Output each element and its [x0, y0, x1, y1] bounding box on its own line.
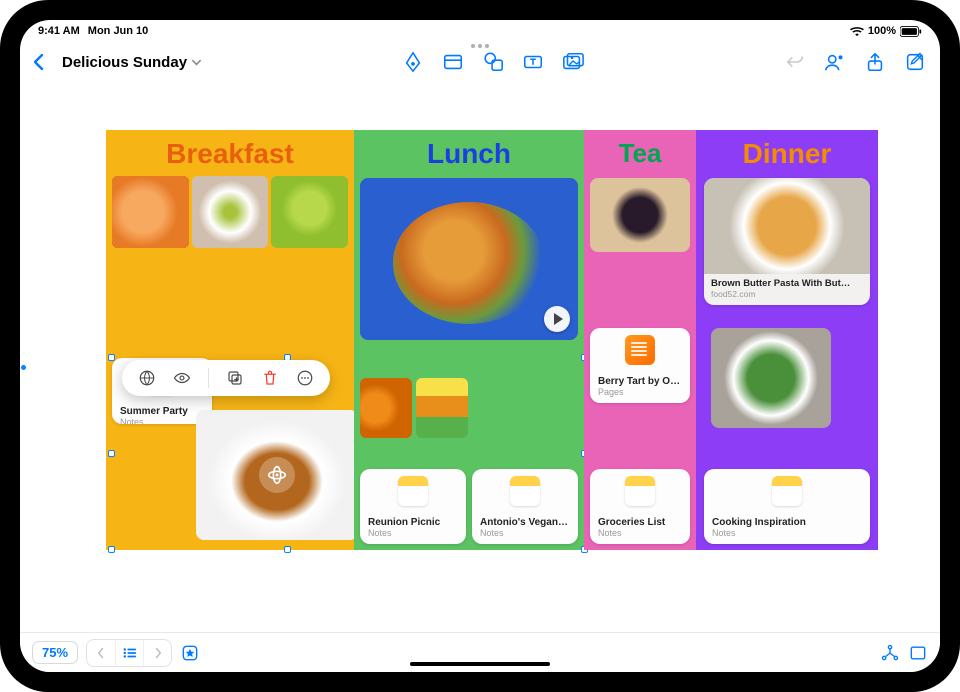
heading-lunch: Lunch: [354, 130, 584, 176]
shapes-button[interactable]: [482, 51, 504, 73]
document-title[interactable]: Delicious Sunday: [62, 54, 202, 71]
pages-app-icon: [625, 335, 655, 365]
back-button[interactable]: [34, 54, 44, 70]
notes-app-icon: [510, 476, 540, 506]
scene-navigator: [86, 639, 172, 667]
link-card-pasta[interactable]: Brown Butter Pasta With But… food52.com: [704, 178, 870, 305]
scenes-button[interactable]: [180, 643, 200, 663]
card-sub: Notes: [120, 417, 204, 424]
status-time: 9:41 AM: [38, 25, 80, 37]
card-berry-tart[interactable]: Berry Tart by Olivia Pages: [590, 328, 690, 403]
multitask-dots[interactable]: [471, 44, 489, 48]
preview-button[interactable]: [173, 369, 191, 387]
image-oranges[interactable]: [360, 378, 412, 438]
play-icon[interactable]: [544, 306, 570, 332]
document-title-text: Delicious Sunday: [62, 54, 187, 71]
selection-toolbar: [122, 360, 330, 396]
video-lunch-plate[interactable]: [360, 178, 578, 340]
next-scene-button[interactable]: [143, 640, 171, 666]
card-sub: Notes: [598, 528, 682, 538]
share-button[interactable]: [864, 51, 886, 73]
card-title: Antonio's Vegan Tacos: [480, 517, 570, 528]
heading-breakfast: Breakfast: [106, 130, 354, 176]
home-indicator[interactable]: [410, 662, 550, 666]
status-bar: 9:41 AM Mon Jun 10 100%: [20, 20, 940, 40]
battery-icon: [900, 26, 922, 37]
duplicate-button[interactable]: [226, 369, 244, 387]
minimap-button[interactable]: [908, 643, 928, 663]
selection-handle[interactable]: [108, 546, 115, 553]
image-salad[interactable]: [711, 328, 831, 428]
card-title: Cooking Inspiration: [712, 517, 862, 528]
column-breakfast: Breakfast Summer Party Notes: [106, 130, 354, 550]
zoom-level[interactable]: 75%: [32, 641, 78, 664]
card-title: Berry Tart by Olivia: [598, 376, 682, 387]
image-melon[interactable]: [112, 176, 189, 248]
wifi-icon: [850, 26, 864, 37]
card-title: Summer Party: [120, 406, 204, 417]
link-button[interactable]: [138, 369, 156, 387]
heading-dinner: Dinner: [696, 130, 878, 176]
selection-handle[interactable]: [108, 354, 115, 361]
status-battery-text: 100%: [868, 25, 896, 37]
edge-selection-dot: [21, 365, 26, 370]
image-olives[interactable]: [192, 176, 269, 248]
delete-button[interactable]: [261, 369, 279, 387]
selection-handle[interactable]: [108, 450, 115, 457]
link-source: food52.com: [711, 289, 863, 299]
card-sub: Notes: [712, 528, 862, 538]
heading-tea: Tea: [584, 130, 696, 175]
card-sub: Notes: [368, 528, 458, 538]
collaborate-button[interactable]: [824, 51, 846, 73]
image-grapes[interactable]: [271, 176, 348, 248]
freeform-icon: [259, 457, 295, 493]
card-cooking-inspiration[interactable]: Cooking Inspiration Notes: [704, 469, 870, 544]
sticky-note-button[interactable]: [442, 51, 464, 73]
selection-handle[interactable]: [284, 546, 291, 553]
card-vegan-tacos[interactable]: Antonio's Vegan Tacos Notes: [472, 469, 578, 544]
more-button[interactable]: [296, 369, 314, 387]
image-berry-tart[interactable]: [590, 178, 690, 252]
image-drinks[interactable]: [416, 378, 468, 438]
media-button[interactable]: [562, 51, 584, 73]
card-sub: Notes: [480, 528, 570, 538]
bottom-toolbar: 75%: [20, 632, 940, 672]
card-sub: Pages: [598, 387, 682, 397]
scene-list-button[interactable]: [115, 640, 143, 666]
prev-scene-button[interactable]: [87, 640, 115, 666]
card-reunion-picnic[interactable]: Reunion Picnic Notes: [360, 469, 466, 544]
status-date: Mon Jun 10: [88, 25, 149, 37]
board-canvas[interactable]: Breakfast Summer Party Notes: [106, 130, 878, 550]
new-board-button[interactable]: [904, 51, 926, 73]
link-title: Brown Butter Pasta With But…: [711, 278, 863, 289]
undo-button[interactable]: [784, 51, 806, 73]
card-title: Groceries List: [598, 517, 682, 528]
notes-app-icon: [625, 476, 655, 506]
image-pancakes[interactable]: [196, 410, 358, 540]
graph-view-button[interactable]: [880, 643, 900, 663]
textbox-button[interactable]: [522, 51, 544, 73]
column-dinner: Dinner Brown Butter Pasta With But… food…: [696, 130, 878, 550]
notes-app-icon: [398, 476, 428, 506]
draw-tool-button[interactable]: [402, 51, 424, 73]
notes-app-icon: [772, 476, 802, 506]
image-pasta: [704, 178, 870, 274]
chevron-down-icon: [191, 57, 202, 68]
card-title: Reunion Picnic: [368, 517, 458, 528]
card-groceries[interactable]: Groceries List Notes: [590, 469, 690, 544]
divider: [208, 368, 209, 388]
column-lunch: Lunch Reunion Picnic Notes: [354, 130, 584, 550]
column-tea: Tea Berry Tart by Olivia Pages Groceries…: [584, 130, 696, 550]
